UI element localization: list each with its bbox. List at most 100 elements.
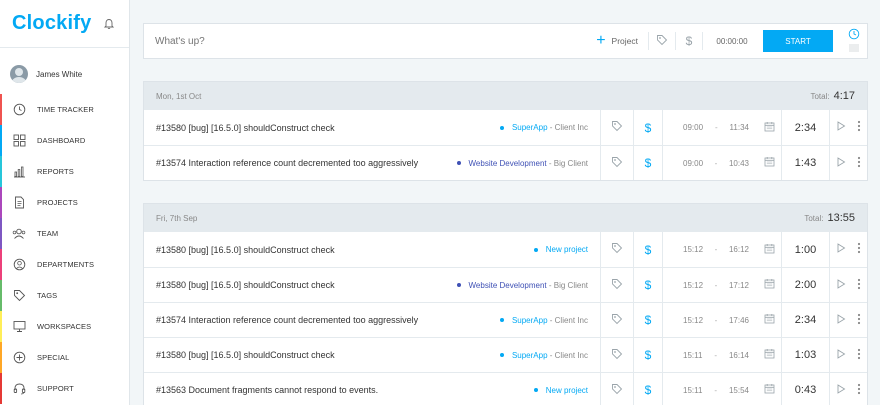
sidebar-item-support[interactable]: SUPPORT <box>0 373 129 404</box>
entry-time-range[interactable]: 15:12 - 16:12 <box>662 232 757 267</box>
entry-date-picker[interactable] <box>757 232 781 267</box>
list-mode-icon <box>848 43 860 55</box>
entry-tag-button[interactable] <box>600 373 633 405</box>
entry-billable-toggle[interactable]: $ <box>633 373 662 405</box>
entry-billable-toggle[interactable]: $ <box>633 232 662 267</box>
entry-date-picker[interactable] <box>757 110 781 145</box>
entry-menu-button[interactable] <box>851 338 867 372</box>
entry-menu-button[interactable] <box>851 268 867 302</box>
sidebar-item-dashboard[interactable]: DASHBOARD <box>0 125 129 156</box>
entry-time-range[interactable]: 09:00-10:43 <box>662 146 757 180</box>
entry-duration[interactable]: 2:34 <box>781 110 829 145</box>
entry-billable-toggle[interactable]: $ <box>633 146 662 180</box>
entry-description[interactable]: #13574 Interaction reference count decre… <box>144 158 457 168</box>
billable-toggle[interactable]: $ <box>676 24 702 58</box>
user-profile[interactable]: James White <box>0 54 129 94</box>
entry-description[interactable]: #13580 [bug] [16.5.0] shouldConstruct ch… <box>144 245 534 255</box>
entry-menu-button[interactable] <box>851 146 867 180</box>
entry-tag-button[interactable] <box>600 338 633 372</box>
entry-description[interactable]: #13563 Document fragments cannot respond… <box>144 385 534 395</box>
entry-duration[interactable]: 1:43 <box>781 146 829 180</box>
time-entry-row: #13580 [bug] [16.5.0] shouldConstruct ch… <box>144 337 867 372</box>
continue-button[interactable] <box>829 303 851 337</box>
sidebar-item-special[interactable]: SPECIAL <box>0 342 129 373</box>
entry-tag-button[interactable] <box>600 146 633 180</box>
entry-date-picker[interactable] <box>757 146 781 180</box>
entry-tag-button[interactable] <box>600 110 633 145</box>
sidebar-item-reports[interactable]: REPORTS <box>0 156 129 187</box>
entry-billable-toggle[interactable]: $ <box>633 338 662 372</box>
entry-project[interactable]: SuperApp - Client Inc <box>499 123 600 132</box>
entry-date-picker[interactable] <box>757 303 781 337</box>
entry-duration[interactable]: 1:03 <box>781 338 829 372</box>
sidebar-item-label: TIME TRACKER <box>37 105 94 114</box>
sidebar-item-team[interactable]: TEAM <box>0 218 129 249</box>
sidebar-item-label: WORKSPACES <box>37 322 92 331</box>
day-total-label: Total: <box>804 214 824 223</box>
start-time: 15:11 <box>683 385 703 395</box>
dollar-icon: $ <box>644 383 652 397</box>
color-stripe <box>0 249 2 280</box>
color-stripe <box>0 280 2 311</box>
continue-button[interactable] <box>829 146 851 180</box>
entry-time-range[interactable]: 15:11 -16:14 <box>662 338 757 372</box>
time-entry-row: #13574 Interaction reference count decre… <box>144 145 867 180</box>
entry-duration[interactable]: 1:00 <box>781 232 829 267</box>
entry-menu-button[interactable] <box>851 373 867 405</box>
entry-billable-toggle[interactable]: $ <box>633 268 662 302</box>
entry-date-picker[interactable] <box>757 268 781 302</box>
entry-duration[interactable]: 0:43 <box>781 373 829 405</box>
end-time: 15:54 <box>728 385 749 395</box>
sidebar-item-projects[interactable]: PROJECTS <box>0 187 129 218</box>
continue-button[interactable] <box>829 232 851 267</box>
entry-description[interactable]: #13580 [bug] [16.5.0] shouldConstruct ch… <box>144 280 457 290</box>
tag-button[interactable] <box>649 24 675 58</box>
sidebar-item-departments[interactable]: DEPARTMENTS <box>0 249 129 280</box>
entry-tag-button[interactable] <box>600 232 633 267</box>
more-vertical-icon <box>857 120 861 135</box>
project-picker[interactable]: + Project <box>586 24 648 58</box>
entry-billable-toggle[interactable]: $ <box>633 303 662 337</box>
entry-menu-button[interactable] <box>851 303 867 337</box>
start-button[interactable]: START <box>763 30 833 52</box>
entry-description[interactable]: #13580 [bug] [16.5.0] shouldConstruct ch… <box>144 350 500 360</box>
entry-description[interactable]: #13580 [bug] [16.5.0] shouldConstruct ch… <box>144 123 500 133</box>
project-name: SuperApp <box>511 315 548 325</box>
sidebar-item-tags[interactable]: TAGS <box>0 280 129 311</box>
entry-time-range[interactable]: 15:12-17:46 <box>662 303 757 337</box>
sidebar-item-time-tracker[interactable]: TIME TRACKER <box>0 94 129 125</box>
logo[interactable]: Clockify <box>12 12 91 35</box>
sidebar-item-workspaces[interactable]: WORKSPACES <box>0 311 129 342</box>
description-input[interactable] <box>144 24 587 58</box>
continue-button[interactable] <box>829 268 851 302</box>
entry-project[interactable]: Website Development - Big Client <box>456 159 600 168</box>
bell-icon[interactable] <box>103 18 115 30</box>
entry-tag-button[interactable] <box>600 303 633 337</box>
entry-project[interactable]: New project <box>533 386 600 395</box>
project-label: Project <box>611 36 638 46</box>
entry-time-range[interactable]: 15:11 -15:54 <box>662 373 757 405</box>
entry-project[interactable]: Website Development - Big Client <box>456 281 600 290</box>
entry-project[interactable]: SuperApp - Client Inc <box>499 315 600 325</box>
continue-button[interactable] <box>829 110 851 145</box>
entry-time-range[interactable]: 09:00 - 11:34 <box>662 110 757 145</box>
entry-time-range[interactable]: 15:12-17:12 <box>662 268 757 302</box>
day-group: Fri, 7th Sep Total: 13:55 #13580 [bug] [16.… <box>143 203 868 405</box>
continue-button[interactable] <box>829 338 851 372</box>
entry-project[interactable]: SuperApp - Client Inc <box>499 350 600 360</box>
entry-billable-toggle[interactable]: $ <box>633 110 662 145</box>
entry-date-picker[interactable] <box>757 338 781 372</box>
entry-project[interactable]: New project <box>533 245 600 254</box>
entry-duration[interactable]: 2:34 <box>781 303 829 337</box>
entry-duration[interactable]: 2:00 <box>781 268 829 302</box>
entry-tag-button[interactable] <box>600 268 633 302</box>
entry-description[interactable]: #13574 Interaction reference count decre… <box>144 315 500 325</box>
mode-toggle[interactable] <box>841 24 867 58</box>
entry-date-picker[interactable] <box>757 373 781 405</box>
entry-menu-button[interactable] <box>851 232 867 267</box>
entry-menu-button[interactable] <box>851 110 867 145</box>
continue-button[interactable] <box>829 373 851 405</box>
project-name: SuperApp <box>511 350 548 360</box>
project-color-dot <box>456 283 461 287</box>
tag-icon <box>611 120 623 135</box>
